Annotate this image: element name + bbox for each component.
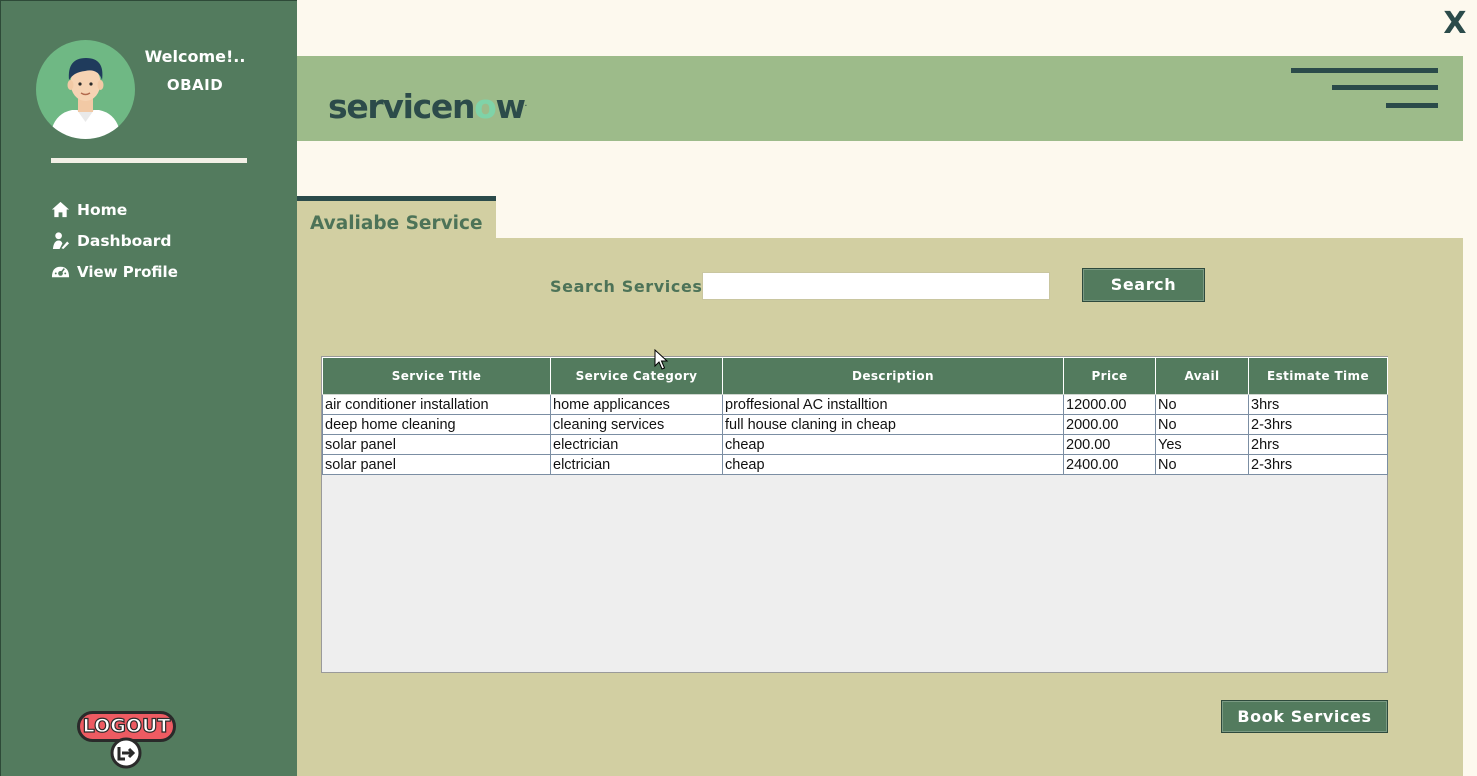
column-header-estimate-time[interactable]: Estimate Time [1248,357,1388,395]
column-header-service-title[interactable]: Service Title [322,357,551,395]
view-profile-icon [51,266,70,278]
table-cell: No [1155,414,1249,435]
sidebar-item-home[interactable]: Home [51,200,127,219]
home-icon [51,201,70,218]
table-cell: No [1155,394,1249,415]
main-panel: Search Services Search Service Title Ser… [297,238,1463,776]
hamburger-menu-icon[interactable] [1291,68,1438,108]
table-row[interactable]: deep home cleaning cleaning services ful… [322,414,1388,435]
sidebar-item-label: Home [77,200,128,219]
sidebar-item-label: View Profile [77,262,178,281]
table-cell: 12000.00 [1063,394,1156,415]
sidebar: Welcome!.. OBAID Home Dashboard View Pro… [0,0,297,776]
logout-button[interactable]: LOGOUT [77,709,177,773]
table-cell: No [1155,454,1249,475]
table-cell: proffesional AC installtion [722,394,1064,415]
table-cell: full house claning in cheap [722,414,1064,435]
close-button[interactable]: X [1442,8,1468,40]
sidebar-divider [51,158,247,163]
search-input[interactable] [702,272,1050,300]
table-cell: 2hrs [1248,434,1388,455]
column-header-description[interactable]: Description [722,357,1064,395]
services-table: Service Title Service Category Descripti… [321,356,1388,673]
table-cell: cleaning services [550,414,723,435]
column-header-service-category[interactable]: Service Category [550,357,723,395]
dashboard-icon [52,232,70,250]
table-cell: deep home cleaning [322,414,551,435]
column-header-avail[interactable]: Avail [1155,357,1249,395]
table-cell: 200.00 [1063,434,1156,455]
table-cell: home applicances [550,394,723,415]
search-button[interactable]: Search [1082,268,1205,302]
sidebar-item-dashboard[interactable]: Dashboard [51,231,172,250]
table-cell: 2-3hrs [1248,414,1388,435]
table-header-row: Service Title Service Category Descripti… [322,357,1388,395]
table-row[interactable]: solar panel elctrician cheap 2400.00 No … [322,454,1388,475]
table-cell: 2000.00 [1063,414,1156,435]
table-cell: 2400.00 [1063,454,1156,475]
mouse-cursor-icon [654,349,668,370]
book-services-button[interactable]: Book Services [1221,700,1388,733]
table-cell: elctrician [550,454,723,475]
user-avatar [36,40,135,139]
table-cell: Yes [1155,434,1249,455]
sidebar-item-view-profile[interactable]: View Profile [51,262,178,281]
tab-label: Avaliabe Service [310,213,483,234]
table-cell: solar panel [322,434,551,455]
tab-available-service[interactable]: Avaliabe Service [297,201,496,241]
table-cell: cheap [722,434,1064,455]
welcome-text: Welcome!.. [144,47,246,66]
window-right-edge [1463,140,1477,776]
table-row[interactable]: solar panel electrician cheap 200.00 Yes… [322,434,1388,455]
table-cell: solar panel [322,454,551,475]
brand-logo: servicenow. [328,87,527,126]
table-cell: cheap [722,454,1064,475]
column-header-price[interactable]: Price [1063,357,1156,395]
username-text: OBAID [166,76,224,94]
table-row[interactable]: air conditioner installation home applic… [322,394,1388,415]
sidebar-item-label: Dashboard [77,231,172,250]
table-cell: electrician [550,434,723,455]
avatar-person-icon [50,58,121,139]
table-cell: 3hrs [1248,394,1388,415]
header-band: servicenow. [297,56,1463,141]
table-cell: air conditioner installation [322,394,551,415]
search-label: Search Services [550,277,703,296]
table-cell: 2-3hrs [1248,454,1388,475]
logout-icon [110,737,142,769]
